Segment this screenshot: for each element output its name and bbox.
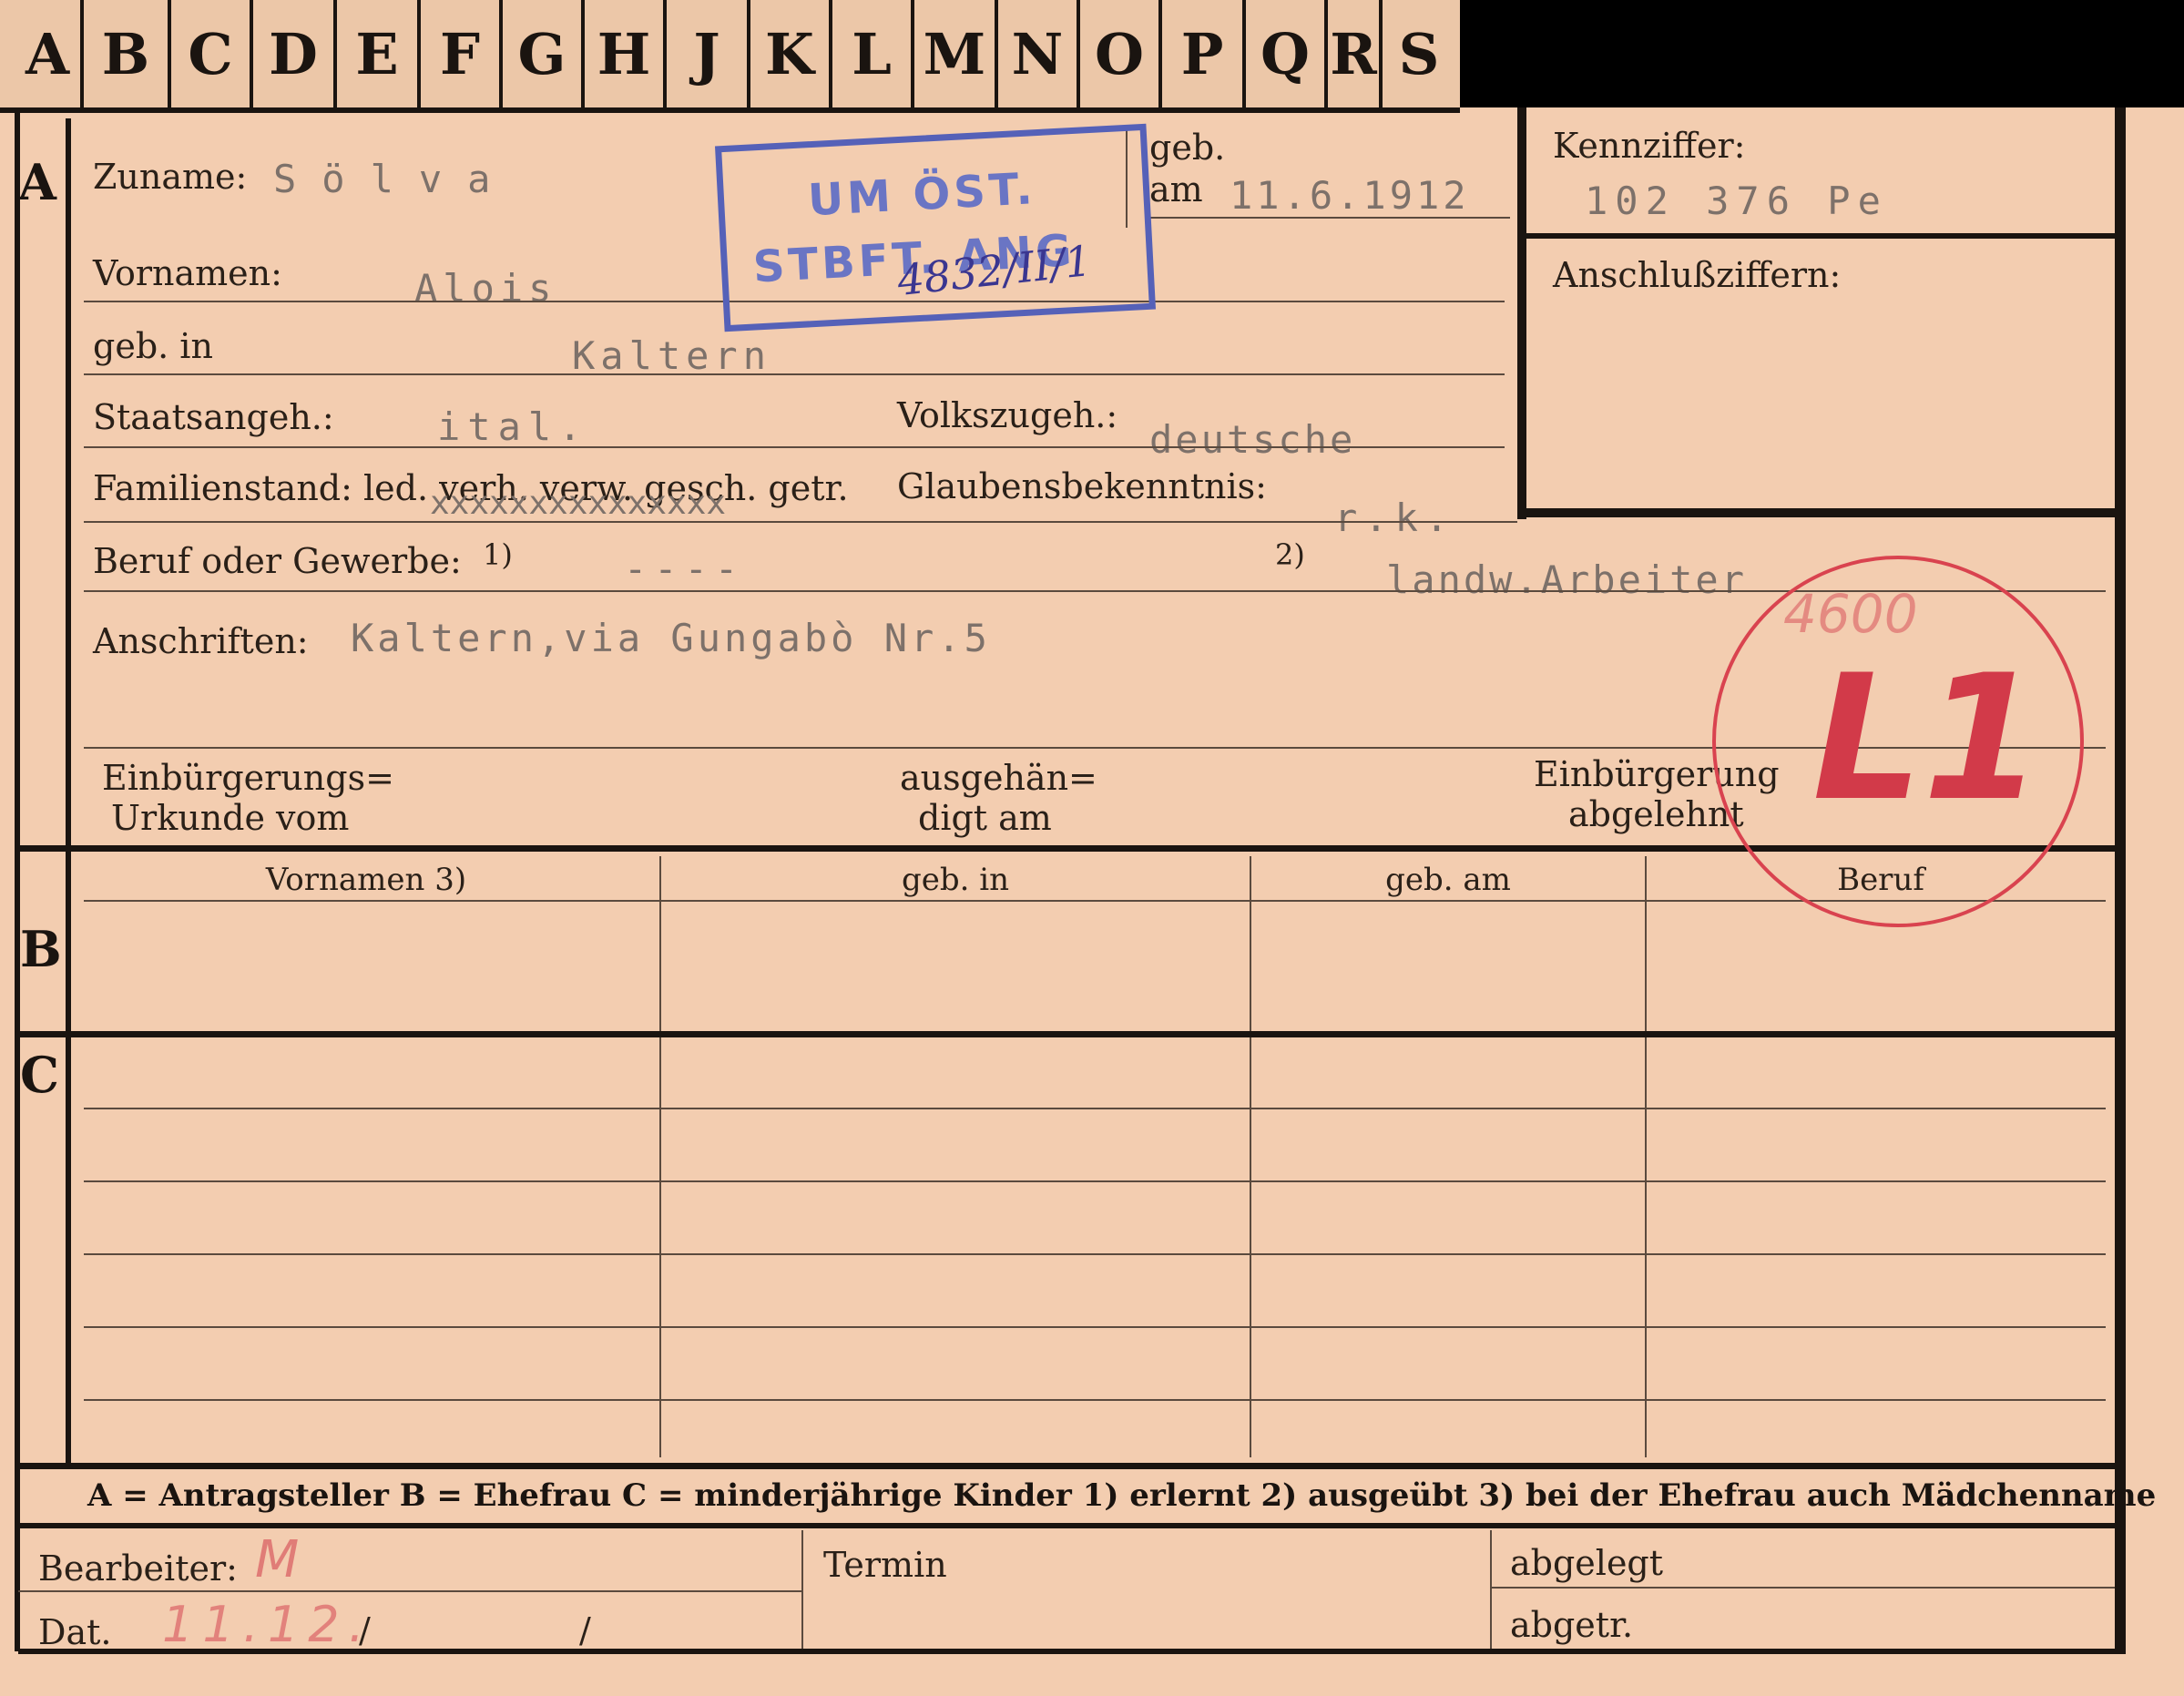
tab-letter: H [585,0,667,107]
birth-date-value: 11.6.1912 [1230,173,1470,218]
section-c-top-border [18,1031,2115,1037]
tab-letter: M [914,0,998,107]
kennziffer-value: 102 376 Pe [1585,179,1888,223]
right-border [2115,107,2126,1651]
ausgehaendigt-label-1: ausgehän= [900,758,1097,798]
geb-label: geb. [1149,128,1226,168]
tab-letter: S [1398,20,1440,87]
einbuergerung-abgelehnt-label-2: abgelehnt [1568,794,1744,834]
tab-letter: L [832,0,914,107]
zuname-value: Sölva [273,157,516,201]
field-line [84,446,1505,448]
am-label: am [1149,169,1203,209]
tab-letter: D [253,0,337,107]
beruf-note-2: 2) [1275,537,1305,572]
tab-letter: P [1162,0,1246,107]
abgelegt-label: abgelegt [1510,1543,1664,1583]
einbuergerungsurkunde-label-2: Urkunde vom [111,798,350,838]
beruf-note-1: 1) [483,537,513,572]
anschlussziffern-label: Anschlußziffern: [1553,255,1842,295]
beruf-value-erlernt: ---- [624,547,746,591]
kennziffer-box-bottom [1526,508,2115,517]
footer-divider [801,1530,803,1649]
column-divider [1250,856,1251,1457]
tab-letter: B [84,0,171,107]
column-divider [1645,856,1647,1457]
zuname-label: Zuname: [93,157,248,197]
kennziffer-divider [1526,233,2115,239]
row-line [84,1108,2106,1109]
tab-letter: C [171,0,253,107]
footer-line [18,1590,801,1592]
glaubensbekenntnis-value: r.k. [1334,496,1456,540]
dat-label: Dat. [38,1612,112,1652]
tab-letter: N [998,0,1080,107]
column-header-geb-am: geb. am [1385,862,1511,898]
tab-letter: G [503,0,585,107]
legend-top-border [18,1463,2115,1469]
footer-line [1490,1587,2115,1589]
legend-bottom-border [18,1523,2115,1528]
row-line [84,1180,2106,1182]
tab-letter: R [1328,0,1383,107]
date-slash: / [579,1610,591,1650]
bearbeiter-handwritten-initial: M [255,1530,300,1589]
tab-letter: Q [1246,0,1328,107]
volkszugeh-label: Volkszugeh.: [897,395,1118,435]
section-marker-divider [66,118,71,1466]
date-slash: / [359,1610,371,1650]
tab-letter: A [15,0,84,107]
geb-in-value: Kaltern [572,333,772,378]
familienstand-strike: xxxxxxxxxxxxxxx [430,485,727,522]
field-line [1149,217,1510,219]
geb-in-label: geb. in [93,326,213,366]
glaubensbekenntnis-label: Glaubensbekenntnis: [897,466,1267,506]
red-handwritten-number: 4600 [1783,583,1918,645]
column-header-geb-in: geb. in [901,862,1010,898]
alphabet-tab-strip: A B C D E F G H J K L M N O P Q R S [0,0,1460,113]
field-line [84,373,1505,375]
vornamen-value: Alois [414,266,557,311]
tab-letter: F [421,0,503,107]
row-line [84,1399,2106,1401]
tab-letter: J [667,0,750,107]
section-a-marker: A [18,153,56,211]
anschriften-value: Kaltern,via Gungabò Nr.5 [351,616,991,660]
tab-letter: E [337,0,421,107]
staatsangeh-value: ital. [437,404,589,449]
dat-handwritten-date: 11.12. [162,1596,373,1653]
column-header-vornamen: Vornamen 3) [265,862,467,898]
bearbeiter-label: Bearbeiter: [38,1548,238,1589]
legend-text: A = Antragsteller B = Ehefrau C = minder… [87,1477,2157,1514]
volkszugeh-value: deutsche [1149,417,1356,462]
tab-letter: K [750,0,832,107]
field-line [84,521,1517,523]
footer-divider [1490,1530,1492,1649]
einbuergerungsurkunde-label-1: Einbürgerungs= [102,758,394,798]
column-divider [659,856,661,1457]
section-b-marker: B [20,920,62,978]
beruf-value-ausgeuebt: landw.Arbeiter [1386,557,1748,602]
vornamen-label: Vornamen: [93,253,282,293]
black-background-corner [1460,0,2184,107]
row-line [84,1326,2106,1328]
staatsangeh-label: Staatsangeh.: [93,397,334,437]
termin-label: Termin [823,1545,947,1585]
tab-letter: O [1080,0,1162,107]
row-line [84,1253,2106,1255]
kennziffer-box-left [1517,107,1526,519]
left-border [15,107,20,1651]
beruf-label: Beruf oder Gewerbe: [93,541,462,581]
section-c-marker: C [20,1046,59,1104]
ausgehaendigt-label-2: digt am [918,798,1052,838]
red-handwritten-code: L1 [1812,638,2044,839]
stamp-line-1: UM ÖST. [806,163,1037,227]
bottom-border [18,1649,2126,1654]
kennziffer-label: Kennziffer: [1553,126,1746,166]
anschriften-label: Anschriften: [93,621,309,661]
abgetr-label: abgetr. [1510,1605,1634,1645]
